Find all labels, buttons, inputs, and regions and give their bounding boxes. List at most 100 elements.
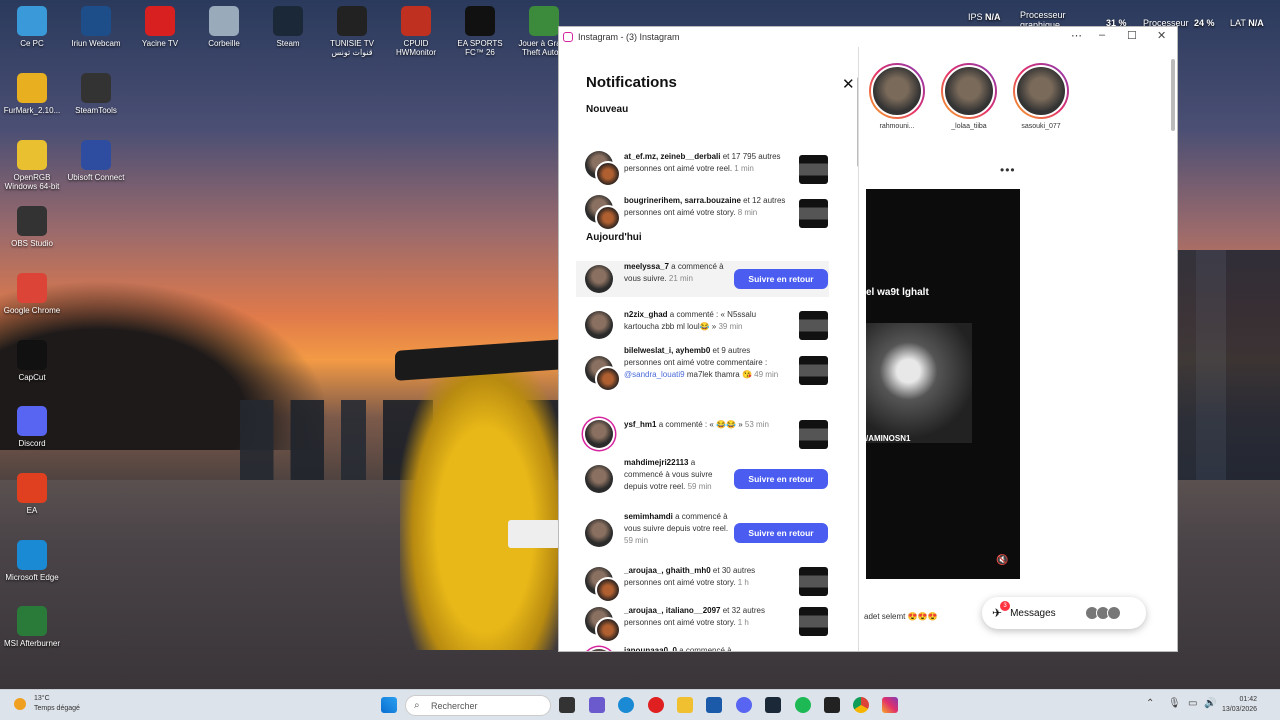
follow-back-button[interactable]: Suivre en retour — [734, 269, 828, 289]
desktop-icon[interactable]: OBS Studio — [0, 206, 64, 248]
file-explorer-icon[interactable] — [677, 697, 693, 713]
desktop-icon[interactable]: Microsoft Edge — [0, 540, 64, 582]
mute-icon[interactable]: 🔇 — [996, 555, 1008, 566]
follow-back-button[interactable]: Suivre en retour — [734, 469, 828, 489]
minimize-button[interactable]: – — [1099, 29, 1105, 41]
notification-item[interactable]: mahdimejri22113 a commencé à vous suivre… — [576, 457, 829, 501]
messages-button[interactable]: ✈ 3 Messages — [982, 597, 1146, 629]
start-button[interactable] — [381, 697, 397, 713]
follow-back-button[interactable]: Suivre en retour — [734, 523, 828, 543]
steam-icon[interactable] — [765, 697, 781, 713]
desktop-icon[interactable]: Iriun Webcam — [64, 6, 128, 48]
story-item[interactable]: rahmouni... — [867, 63, 927, 130]
story-item[interactable]: sasouki_077 — [1011, 63, 1071, 130]
volume-icon[interactable]: 🔊 — [1204, 698, 1216, 709]
tray-chevron-icon[interactable]: ⌃ — [1146, 698, 1154, 709]
desktop-icon[interactable]: Ubisoft Connect — [64, 140, 128, 182]
desktop-icon[interactable]: Yacine TV — [128, 6, 192, 48]
desktop-icon-label: TUNISIE TV قنوات تونس — [330, 39, 374, 57]
post-thumbnail[interactable] — [799, 155, 828, 184]
avatar[interactable] — [585, 519, 613, 547]
story-item[interactable]: _lolaa_tiiba — [939, 63, 999, 130]
window-titlebar: Instagram - (3) Instagram — [559, 27, 1177, 47]
opera-icon[interactable] — [648, 697, 664, 713]
avatar[interactable] — [585, 195, 621, 231]
desktop-icon-label: OBS Studio — [11, 239, 53, 248]
reel-video[interactable]: el wa9t lghalt /AMINOSN1 🔇 — [866, 189, 1020, 579]
post-options-icon[interactable]: ••• — [1000, 163, 1016, 177]
post-thumbnail[interactable] — [799, 606, 828, 636]
desktop-icon[interactable]: OpenRGB Windows 64-bit — [0, 140, 64, 191]
notification-item[interactable]: at_ef.mz, zeineb__derbali et 17 795 autr… — [576, 151, 829, 191]
desktop-icon[interactable]: MSI Afterburner — [0, 606, 64, 648]
close-notifications-icon[interactable]: ✕ — [842, 75, 855, 93]
notification-item[interactable]: semimhamdi a commencé à vous suivre depu… — [576, 511, 829, 555]
close-window-button[interactable]: ✕ — [1157, 29, 1166, 42]
notification-item[interactable]: meelyssa_7 a commencé à vous suivre. 21 … — [576, 261, 829, 297]
desktop-icon[interactable]: EA SPORTS FC™ 26 — [448, 6, 512, 57]
desktop-icon[interactable]: Corbeille — [192, 6, 256, 48]
notification-item[interactable]: janounaaa0_0 a commencé à vous suivre de… — [576, 645, 829, 651]
chrome-icon[interactable] — [853, 697, 869, 713]
desktop-icon[interactable]: FurMark_2.10... — [0, 73, 64, 115]
app-icon — [17, 473, 47, 503]
spotify-icon[interactable] — [795, 697, 811, 713]
mention-link[interactable]: @sandra_louati9 — [624, 370, 685, 379]
desktop-icon-label: OpenRGB Windows 64-bit — [4, 173, 60, 191]
avatar[interactable] — [585, 356, 621, 392]
notification-item[interactable]: ysf_hm1 a commenté : « 😂😂 » 53 min — [576, 419, 829, 449]
discord-icon[interactable] — [736, 697, 752, 713]
main-scrollbar[interactable] — [1171, 59, 1175, 131]
post-thumbnail[interactable] — [799, 199, 828, 228]
teams-icon[interactable] — [589, 697, 605, 713]
search-placeholder: Rechercher — [431, 700, 478, 711]
maximize-button[interactable]: ☐ — [1127, 29, 1137, 42]
avatar[interactable] — [585, 567, 621, 603]
avatar[interactable] — [585, 311, 613, 339]
post-thumbnail[interactable] — [799, 310, 828, 340]
desktop-icon[interactable]: Discord — [0, 406, 64, 448]
avatar[interactable] — [585, 265, 613, 293]
notification-item[interactable]: bilelweslat_i, ayhemb0 et 9 autres perso… — [576, 345, 829, 395]
more-options-icon[interactable]: ⋯ — [1071, 29, 1082, 42]
desktop-icon[interactable]: TUNISIE TV قنوات تونس — [320, 6, 384, 57]
avatar[interactable] — [585, 465, 613, 493]
chatgpt-icon[interactable] — [824, 697, 840, 713]
notification-item[interactable]: n2zix_ghad a commenté : « N5ssalu kartou… — [576, 309, 829, 341]
network-icon[interactable]: ▭ — [1188, 698, 1197, 709]
app-icon — [17, 406, 47, 436]
taskbar-clock[interactable]: 01:42 13/03/2026 — [1222, 695, 1257, 715]
post-thumbnail[interactable] — [799, 419, 828, 449]
story-avatar — [871, 65, 923, 117]
avatar[interactable] — [585, 607, 621, 643]
instagram-taskbar-icon[interactable] — [882, 697, 898, 713]
notifications-scrollbar[interactable] — [857, 77, 858, 167]
weather-widget[interactable]: 13°C Temps dégagé — [14, 694, 80, 714]
avatar[interactable] — [585, 420, 613, 448]
avatar[interactable] — [585, 649, 613, 651]
desktop-icon[interactable]: CPUID HWMonitor — [384, 6, 448, 57]
task-view-icon[interactable] — [559, 697, 575, 713]
desktop-icon-label: Ubisoft Connect — [67, 173, 125, 182]
desktop-icon[interactable]: Google Chrome — [0, 273, 64, 315]
notification-item[interactable]: _aroujaa_, ghaith_mh0 et 30 autres perso… — [576, 565, 829, 603]
microphone-icon[interactable]: 🎙 — [1168, 698, 1181, 709]
desktop-icon[interactable]: EA — [0, 473, 64, 515]
desktop-icon-label: Iriun Webcam — [71, 39, 121, 48]
taskbar-search[interactable]: ⌕ Rechercher — [405, 695, 551, 716]
section-new: Nouveau — [586, 104, 629, 115]
post-thumbnail[interactable] — [799, 566, 828, 596]
desktop-icon-label: Ce PC — [20, 39, 44, 48]
avatar[interactable] — [585, 151, 621, 187]
notification-item[interactable]: _aroujaa_, italiano__2097 et 32 autres p… — [576, 605, 829, 643]
wallpaper-car-plate — [508, 520, 560, 548]
edge-icon[interactable] — [618, 697, 634, 713]
desktop-icon[interactable]: Ce PC — [0, 6, 64, 48]
desktop-icon[interactable]: SteamTools — [64, 73, 128, 115]
post-thumbnail[interactable] — [799, 355, 828, 385]
store-icon[interactable] — [706, 697, 722, 713]
notification-item[interactable]: bougrinerihem, sarra.bouzaine et 12 autr… — [576, 195, 829, 235]
notification-text: n2zix_ghad a commenté : « N5ssalu kartou… — [624, 310, 757, 331]
desktop-icon[interactable]: CapCut — [0, 340, 64, 382]
desktop-icon[interactable]: Steam — [256, 6, 320, 48]
